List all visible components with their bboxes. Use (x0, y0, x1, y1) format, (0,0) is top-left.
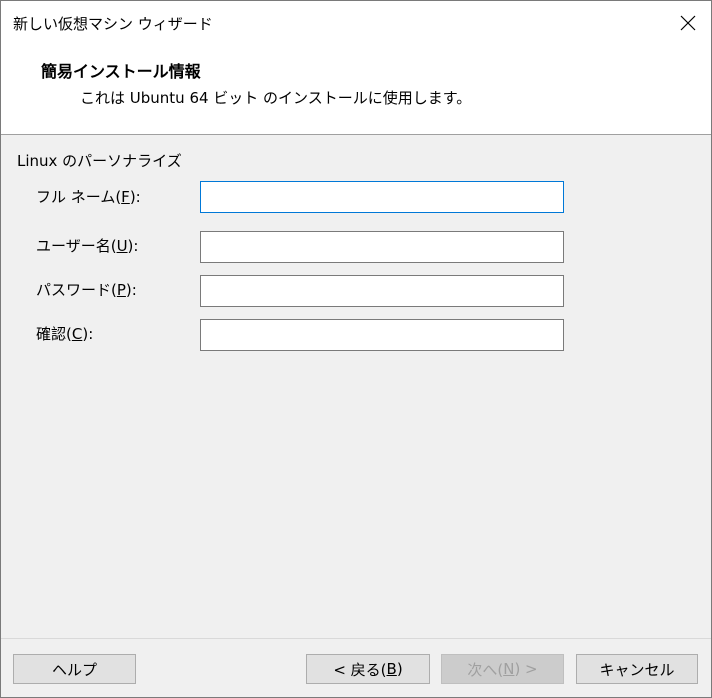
close-button[interactable] (665, 1, 711, 45)
back-accel: B (386, 660, 397, 678)
next-accel: N (503, 660, 515, 678)
cancel-button[interactable]: キャンセル (576, 654, 698, 684)
linux-personalize-group-label: Linux のパーソナライズ (17, 152, 182, 170)
username-label-post: ): (127, 237, 139, 255)
next-label-post: ) > (514, 660, 538, 678)
password-accel: P (116, 281, 126, 299)
cancel-button-label: キャンセル (599, 660, 675, 679)
back-button[interactable]: < 戻る(B) (306, 654, 430, 684)
username-input[interactable] (200, 231, 564, 263)
next-button[interactable]: 次へ(N) > (441, 654, 564, 684)
fullname-label: フル ネーム(F): (36, 186, 141, 207)
new-vm-wizard-dialog: 新しい仮想マシン ウィザード 簡易インストール情報 これは Ubuntu 64 … (0, 0, 712, 698)
password-label-pre: パスワード( (36, 281, 117, 299)
password-label: パスワード(P): (36, 279, 137, 300)
username-label: ユーザー名(U): (36, 235, 138, 256)
header-subtitle: これは Ubuntu 64 ビット のインストールに使用します。 (80, 89, 472, 107)
confirm-accel: C (71, 325, 83, 343)
confirm-label-pre: 確認( (36, 325, 72, 343)
title-bar: 新しい仮想マシン ウィザード (1, 1, 711, 45)
footer-divider (1, 638, 711, 639)
back-label-post: ) (396, 660, 403, 678)
help-button[interactable]: ヘルプ (13, 654, 136, 684)
header-divider (1, 134, 711, 135)
username-label-pre: ユーザー名( (36, 237, 117, 255)
fullname-label-post: ): (129, 188, 141, 206)
back-label-pre: < 戻る( (333, 660, 387, 679)
password-label-post: ): (125, 281, 137, 299)
confirm-label: 確認(C): (36, 323, 93, 344)
help-button-label: ヘルプ (51, 660, 97, 679)
window-title: 新しい仮想マシン ウィザード (13, 15, 213, 33)
fullname-accel: F (121, 188, 130, 206)
close-icon (680, 15, 696, 31)
next-label-pre: 次へ( (467, 660, 504, 679)
header-title: 簡易インストール情報 (41, 62, 201, 81)
fullname-input[interactable] (200, 181, 564, 213)
wizard-header: 簡易インストール情報 これは Ubuntu 64 ビット のインストールに使用し… (1, 45, 711, 134)
password-input[interactable] (200, 275, 564, 307)
confirm-label-post: ): (82, 325, 94, 343)
username-accel: U (116, 237, 128, 255)
fullname-label-pre: フル ネーム( (36, 188, 122, 206)
confirm-password-input[interactable] (200, 319, 564, 351)
